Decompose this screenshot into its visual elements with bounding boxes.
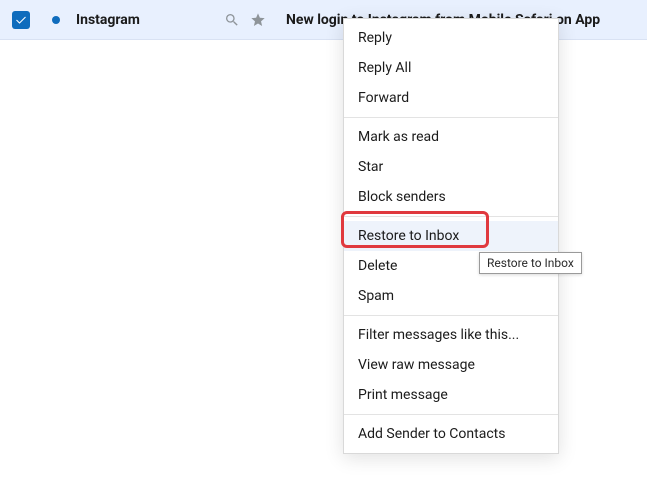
menu-print[interactable]: Print message bbox=[344, 380, 558, 410]
menu-reply-all[interactable]: Reply All bbox=[344, 53, 558, 83]
menu-divider bbox=[344, 216, 558, 217]
menu-forward[interactable]: Forward bbox=[344, 83, 558, 113]
sender-name: Instagram bbox=[76, 12, 216, 28]
tooltip: Restore to Inbox bbox=[479, 252, 582, 274]
menu-divider bbox=[344, 117, 558, 118]
menu-spam[interactable]: Spam bbox=[344, 281, 558, 311]
menu-star[interactable]: Star bbox=[344, 152, 558, 182]
context-menu: Reply Reply All Forward Mark as read Sta… bbox=[343, 18, 559, 454]
menu-add-contact[interactable]: Add Sender to Contacts bbox=[344, 419, 558, 449]
select-checkbox[interactable] bbox=[12, 11, 30, 29]
row-action-icons bbox=[224, 12, 266, 28]
unread-dot-icon bbox=[52, 16, 60, 24]
menu-divider bbox=[344, 315, 558, 316]
search-icon[interactable] bbox=[224, 12, 240, 28]
menu-mark-read[interactable]: Mark as read bbox=[344, 122, 558, 152]
menu-filter[interactable]: Filter messages like this... bbox=[344, 320, 558, 350]
menu-reply[interactable]: Reply bbox=[344, 23, 558, 53]
star-icon[interactable] bbox=[250, 12, 266, 28]
menu-block[interactable]: Block senders bbox=[344, 182, 558, 212]
menu-divider bbox=[344, 414, 558, 415]
menu-restore-inbox[interactable]: Restore to Inbox bbox=[344, 221, 558, 251]
check-icon bbox=[15, 14, 27, 26]
menu-view-raw[interactable]: View raw message bbox=[344, 350, 558, 380]
